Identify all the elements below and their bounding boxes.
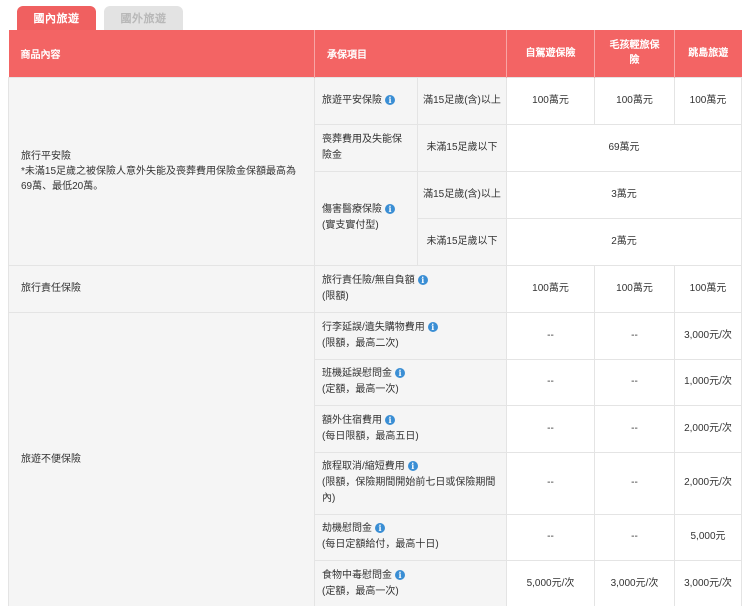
table-header-row: 商品內容 承保項目 自駕遊保險 毛孩輕旅保險 跳島旅遊 bbox=[8, 30, 742, 77]
coverage-item-label: 劫機慰問金 bbox=[322, 523, 372, 534]
age-condition: 未滿15足歲以下 bbox=[417, 123, 507, 172]
coverage-item: 傷害醫療保險 i (實支實付型) bbox=[314, 170, 418, 266]
coverage-item-detail: (限額) bbox=[322, 290, 349, 302]
header-plan-island-hopping: 跳島旅遊 bbox=[674, 30, 742, 77]
info-icon[interactable]: i bbox=[385, 204, 395, 214]
coverage-item-label: 食物中毒慰問金 bbox=[322, 569, 392, 581]
plan-value: 3,000元/次 bbox=[594, 559, 675, 606]
info-icon[interactable]: i bbox=[395, 368, 405, 378]
coverage-item: 食物中毒慰問金 i (定額，最高一次) bbox=[314, 559, 507, 606]
category-travel-accident: 旅行平安險 *未滿15足歲之被保險人意外失能及喪葬費用保險金保額最高為69萬、最… bbox=[8, 76, 315, 266]
plan-value: 100萬元 bbox=[594, 76, 675, 125]
plan-value-shared: 3萬元 bbox=[506, 170, 742, 219]
coverage-item: 旅程取消/縮短費用 i (限額，保險期間開始前七日或保險期間內) bbox=[314, 451, 507, 515]
coverage-item-detail: (定額，最高一次) bbox=[322, 384, 399, 395]
coverage-item-label: 額外住宿費用 bbox=[322, 414, 382, 426]
coverage-item-detail: (限額，保險期間開始前七日或保險期間內) bbox=[322, 477, 496, 504]
plan-value: 100萬元 bbox=[594, 264, 675, 313]
coverage-item-detail: (限額，最高二次) bbox=[322, 337, 399, 349]
tab-overseas-travel[interactable]: 國外旅遊 bbox=[104, 6, 183, 30]
coverage-item-detail: (實支實付型) bbox=[322, 220, 379, 231]
plan-value-shared: 2萬元 bbox=[506, 217, 742, 266]
plan-value-shared: 69萬元 bbox=[506, 123, 742, 172]
age-condition: 滿15足歲(含)以上 bbox=[417, 76, 507, 125]
coverage-item: 旅遊平安保險 i bbox=[314, 76, 418, 125]
category-note: *未滿15足歲之被保險人意外失能及喪葬費用保險金保額最高為69萬、最低20萬。 bbox=[21, 165, 297, 192]
table-row: 旅遊不便保險 行李延誤/遺失購物費用 i (限額，最高二次) -- -- 3,000… bbox=[8, 311, 742, 606]
coverage-item-label: 行李延誤/遺失購物費用 bbox=[322, 321, 425, 333]
plan-value: -- bbox=[506, 404, 595, 453]
plan-value: 100萬元 bbox=[506, 76, 595, 125]
plan-value: -- bbox=[594, 451, 675, 515]
plan-value: -- bbox=[594, 513, 675, 561]
header-coverage: 承保項目 bbox=[314, 30, 507, 77]
plan-value: 2,000元/次 bbox=[674, 404, 742, 453]
plan-value: 5,000元/次 bbox=[506, 559, 595, 606]
coverage-item-detail: (定額，最高一次) bbox=[322, 585, 399, 597]
coverage-item-label: 班機延誤慰問金 bbox=[322, 368, 392, 379]
info-icon[interactable]: i bbox=[375, 523, 385, 533]
info-icon[interactable]: i bbox=[417, 274, 428, 285]
coverage-table: 商品內容 承保項目 自駕遊保險 毛孩輕旅保險 跳島旅遊 旅行平安險 *未滿15足… bbox=[8, 30, 742, 606]
plan-value: -- bbox=[594, 404, 675, 453]
header-plan-self-drive: 自駕遊保險 bbox=[506, 30, 595, 77]
category-travel-liability: 旅行責任保險 bbox=[8, 264, 315, 313]
info-icon[interactable]: i bbox=[395, 569, 405, 580]
coverage-item: 班機延誤慰問金 i (定額，最高一次) bbox=[314, 358, 507, 406]
plan-value: 2,000元/次 bbox=[674, 451, 742, 515]
plan-value: 100萬元 bbox=[674, 264, 742, 313]
plan-value: 3,000元/次 bbox=[674, 559, 742, 606]
coverage-item: 劫機慰問金 i (每日定額給付，最高十日) bbox=[314, 513, 507, 561]
coverage-item-detail: (每日定額給付，最高十日) bbox=[322, 539, 439, 550]
age-condition: 未滿15足歲以下 bbox=[417, 217, 507, 266]
plan-value: -- bbox=[506, 311, 595, 360]
plan-value: 100萬元 bbox=[674, 76, 742, 125]
plan-value: -- bbox=[594, 358, 675, 406]
category-title: 旅行平安險 bbox=[21, 150, 71, 162]
coverage-item-detail: (每日限額，最高五日) bbox=[322, 430, 419, 442]
header-plan-pet-trip: 毛孩輕旅保險 bbox=[594, 30, 675, 77]
coverage-item-label: 傷害醫療保險 bbox=[322, 204, 382, 215]
plan-value: -- bbox=[594, 311, 675, 360]
coverage-item: 行李延誤/遺失購物費用 i (限額，最高二次) bbox=[314, 311, 507, 360]
coverage-item: 額外住宿費用 i (每日限額，最高五日) bbox=[314, 404, 507, 453]
info-icon[interactable]: i bbox=[407, 461, 418, 471]
coverage-item-label: 旅遊平安保險 bbox=[322, 94, 382, 106]
plan-value: 3,000元/次 bbox=[674, 311, 742, 360]
plan-value: -- bbox=[506, 513, 595, 561]
info-icon[interactable]: i bbox=[427, 321, 438, 332]
plan-value: 1,000元/次 bbox=[674, 358, 742, 406]
plan-value: 5,000元 bbox=[674, 513, 742, 561]
table-row: 旅行責任保險 旅行責任險/無自負額 i (限額) 100萬元 100萬元 100萬元 bbox=[8, 264, 742, 313]
coverage-item-label: 旅程取消/縮短費用 bbox=[322, 461, 405, 472]
tab-domestic-travel[interactable]: 國內旅遊 bbox=[17, 6, 96, 30]
age-condition: 滿15足歲(含)以上 bbox=[417, 170, 507, 219]
header-product: 商品內容 bbox=[8, 30, 315, 77]
coverage-item: 喪葬費用及失能保險金 bbox=[314, 123, 418, 172]
category-travel-inconvenience: 旅遊不便保險 bbox=[8, 311, 315, 606]
info-icon[interactable]: i bbox=[385, 94, 395, 105]
plan-value: -- bbox=[506, 451, 595, 515]
info-icon[interactable]: i bbox=[385, 414, 395, 425]
plan-value: -- bbox=[506, 358, 595, 406]
coverage-item: 旅行責任險/無自負額 i (限額) bbox=[314, 264, 507, 313]
plan-value: 100萬元 bbox=[506, 264, 595, 313]
table-row: 旅行平安險 *未滿15足歲之被保險人意外失能及喪葬費用保險金保額最高為69萬、最… bbox=[8, 76, 742, 266]
coverage-item-label: 旅行責任險/無自負額 bbox=[322, 274, 415, 286]
